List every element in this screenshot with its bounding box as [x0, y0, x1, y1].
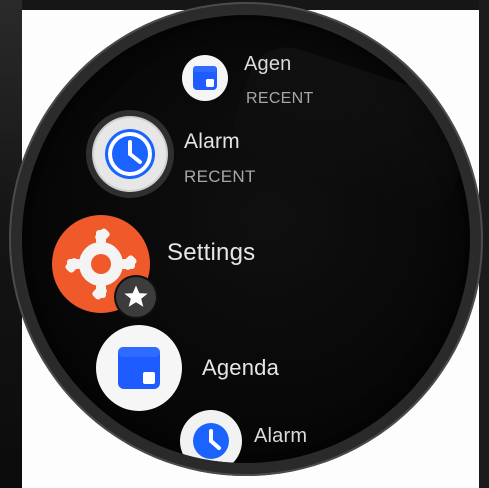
screenshot-frame: Agen RECENT Alarm RECENT Settings Agenda…	[0, 0, 489, 488]
app-item-agenda-recent[interactable]: Agen RECENT	[172, 35, 422, 107]
clock-icon	[180, 410, 242, 463]
app-title: Agenda	[202, 355, 280, 380]
favorite-badge	[116, 277, 156, 317]
app-title: Alarm	[184, 130, 240, 153]
app-title: Agen	[244, 53, 292, 75]
app-title: Settings	[167, 239, 256, 266]
clock-icon	[92, 116, 168, 192]
app-title: Alarm	[254, 425, 308, 447]
app-subtitle: RECENT	[184, 167, 256, 186]
calendar-icon	[96, 325, 182, 411]
app-item-settings[interactable]: Settings	[52, 215, 352, 335]
app-item-alarm[interactable]: Alarm	[172, 410, 422, 463]
star-icon	[124, 285, 148, 307]
app-subtitle: RECENT	[246, 90, 314, 107]
app-item-alarm-recent[interactable]: Alarm RECENT	[92, 110, 372, 200]
calendar-icon	[182, 55, 228, 101]
app-item-agenda[interactable]: Agenda	[92, 325, 392, 415]
watch-screen: Agen RECENT Alarm RECENT Settings Agenda…	[22, 15, 470, 463]
